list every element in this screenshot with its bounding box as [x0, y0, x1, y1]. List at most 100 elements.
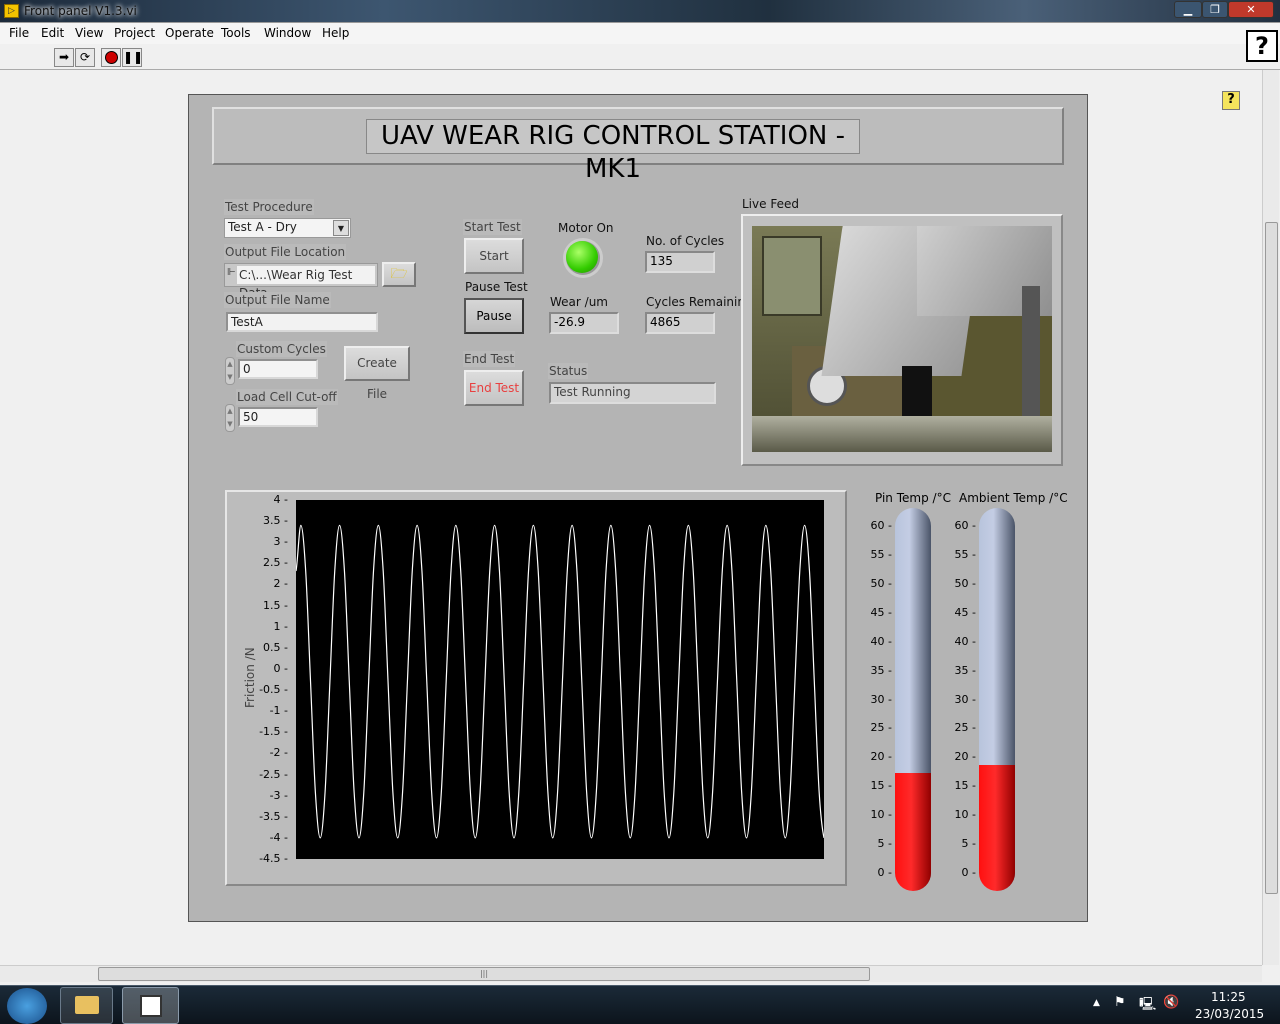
thermo-tick-label: 40 - — [870, 634, 892, 648]
horizontal-scrollbar[interactable]: ||| — [0, 965, 1262, 982]
y-tick-label: -1 - — [269, 704, 288, 718]
thermo-tick-label: 45 - — [870, 605, 892, 619]
close-button[interactable]: ✕ — [1228, 1, 1274, 18]
end-test-button[interactable]: End Test — [464, 370, 524, 406]
run-continuously-icon[interactable]: ⟳ — [75, 48, 95, 67]
run-arrow-icon[interactable]: ➡ — [54, 48, 74, 67]
load-cell-label: Load Cell Cut-off — [236, 389, 338, 405]
labview-vi-icon: ▷ — [4, 4, 19, 18]
y-tick-label: -2.5 - — [259, 767, 288, 781]
menu-help[interactable]: Help — [322, 26, 349, 40]
y-tick-label: 3 - — [273, 535, 288, 549]
thermo-tick-label: 10 - — [870, 808, 892, 822]
y-tick-label: 3.5 - — [263, 514, 288, 528]
start-button-icon[interactable] — [7, 988, 47, 1024]
menu-window[interactable]: Window — [264, 26, 311, 40]
window-title-bar: ▷ Front panel V1.3.vi ▁ ❐ ✕ — [0, 0, 1280, 22]
menu-view[interactable]: View — [75, 26, 103, 40]
explorer-icon[interactable] — [60, 987, 113, 1024]
output-name-input[interactable]: TestA — [226, 312, 378, 332]
load-cell-stepper[interactable]: ▲ ▼ — [225, 404, 235, 432]
custom-cycles-input[interactable]: 0 — [238, 359, 318, 379]
test-procedure-value: Test A - Dry — [228, 220, 297, 234]
thermo-tick-label: 10 - — [954, 808, 976, 822]
vertical-scroll-thumb[interactable] — [1265, 222, 1278, 894]
wear-indicator: -26.9 — [549, 312, 619, 334]
chart-ylabel: Friction /N — [243, 647, 257, 708]
output-location-path: ⊩ C:\...\Wear Rig Test Data — [224, 263, 378, 300]
thermo-tick-label: 30 - — [954, 692, 976, 706]
start-button[interactable]: Start — [464, 238, 524, 274]
pause-icon[interactable]: ❚❚ — [122, 48, 143, 67]
minimize-button[interactable]: ▁ — [1174, 1, 1202, 18]
cycles-label: No. of Cycles — [646, 234, 725, 248]
custom-cycles-stepper[interactable]: ▲ ▼ — [225, 357, 235, 385]
output-location-input[interactable]: C:\...\Wear Rig Test Data — [237, 266, 375, 300]
folder-icon: 🗁 — [390, 266, 408, 282]
network-icon[interactable]: 🖳 — [1139, 995, 1156, 1017]
y-tick-label: 4 - — [273, 493, 288, 506]
thermo-tick-label: 45 - — [954, 605, 976, 619]
menu-edit[interactable]: Edit — [41, 26, 64, 40]
cycles-indicator: 135 — [645, 251, 715, 273]
end-test-label: End Test — [463, 351, 516, 367]
maximize-button[interactable]: ❐ — [1202, 1, 1228, 18]
y-tick-label: -4.5 - — [259, 852, 288, 865]
y-tick-label: -3.5 - — [259, 809, 288, 823]
y-tick-label: -2 - — [269, 746, 288, 760]
chevron-down-icon[interactable]: ▼ — [333, 220, 349, 236]
clock-date[interactable]: 23/03/2015 — [1195, 1007, 1264, 1021]
status-indicator: Test Running — [549, 382, 716, 404]
volume-muted-icon[interactable]: 🔇 — [1163, 995, 1179, 1010]
output-name-label: Output File Name — [224, 292, 331, 308]
page-title: UAV WEAR RIG CONTROL STATION - MK1 — [366, 119, 860, 184]
friction-series-line — [296, 524, 824, 839]
wear-label: Wear /um — [550, 295, 608, 309]
toolbar: ➡ ⟳ ❚❚ ? — [0, 44, 1280, 110]
test-procedure-select[interactable]: Test A - Dry ▼ — [224, 218, 351, 238]
pin-temp-label: Pin Temp /°C — [875, 491, 951, 505]
motor-on-led — [563, 238, 603, 278]
thermo-tick-label: 20 - — [870, 750, 892, 764]
y-tick-label: -3 - — [269, 788, 288, 802]
horizontal-scroll-thumb[interactable]: ||| — [98, 967, 870, 981]
clock-time[interactable]: 11:25 — [1211, 990, 1246, 1004]
y-tick-label: -0.5 - — [259, 683, 288, 697]
pause-button[interactable]: Pause — [464, 298, 524, 334]
y-tick-label: 0.5 - — [263, 640, 288, 654]
menu-operate[interactable]: Operate — [165, 26, 214, 40]
browse-folder-button[interactable]: 🗁 — [382, 262, 416, 287]
thermo-tick-label: 20 - — [954, 750, 976, 764]
live-feed-label: Live Feed — [742, 197, 799, 211]
thermo-tick-label: 35 - — [870, 663, 892, 677]
y-tick-label: 1.5 - — [263, 598, 288, 612]
start-test-label: Start Test — [463, 219, 522, 235]
abort-icon[interactable] — [101, 48, 121, 67]
thermo-tick-label: 0 - — [877, 866, 892, 879]
menu-file[interactable]: File — [9, 26, 29, 40]
thermometer-fill — [895, 772, 931, 891]
thermo-tick-label: 40 - — [954, 634, 976, 648]
thermo-tick-label: 60 - — [870, 519, 892, 532]
y-tick-label: 2 - — [273, 577, 288, 591]
labview-window-icon[interactable] — [122, 987, 179, 1024]
custom-cycles-label: Custom Cycles — [236, 341, 327, 357]
load-cell-input[interactable]: 50 — [238, 407, 318, 427]
live-feed-image — [752, 226, 1052, 452]
chart-plot-area — [296, 500, 824, 859]
create-file-button[interactable]: Create File — [344, 346, 410, 401]
show-hidden-icon[interactable]: ▲ — [1093, 998, 1100, 1008]
action-center-flag-icon[interactable]: ⚑ — [1114, 995, 1126, 1010]
menu-project[interactable]: Project — [114, 26, 155, 40]
y-tick-label: 1 - — [273, 619, 288, 633]
context-help-button[interactable]: ? — [1222, 91, 1240, 110]
thermo-tick-label: 25 - — [954, 721, 976, 735]
test-procedure-label: Test Procedure — [224, 199, 314, 215]
y-tick-label: 0 - — [273, 661, 288, 675]
vertical-scrollbar[interactable] — [1262, 70, 1279, 965]
y-tick-label: 2.5 - — [263, 556, 288, 570]
menu-tools[interactable]: Tools — [221, 26, 251, 40]
cycles-remaining-label: Cycles Remaining — [646, 295, 753, 309]
thermo-tick-label: 55 - — [954, 547, 976, 561]
y-tick-label: -1.5 - — [259, 725, 288, 739]
